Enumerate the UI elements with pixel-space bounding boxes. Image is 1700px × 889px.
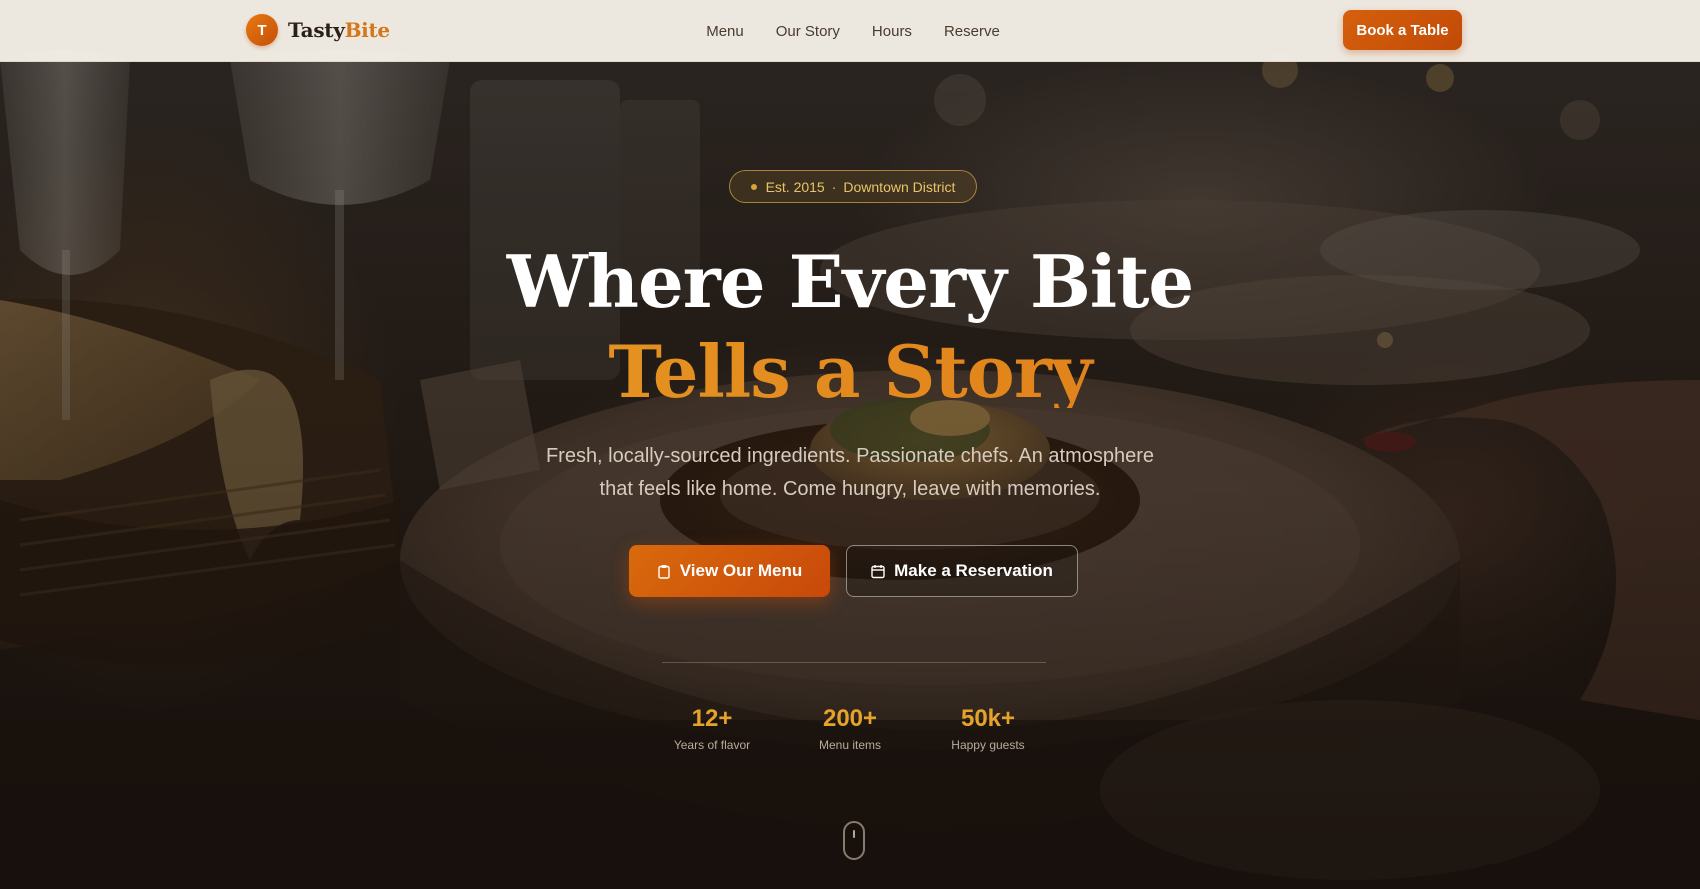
brand-name-part2: Bite bbox=[344, 18, 391, 42]
stats-divider bbox=[662, 662, 1046, 663]
stat-value: 50k+ bbox=[960, 705, 1016, 732]
stats-row: 12+ Years of flavor 200+ Menu items 50k+… bbox=[0, 703, 1700, 752]
view-menu-label: View Our Menu bbox=[679, 561, 803, 580]
stat-years: 12+ Years of flavor bbox=[643, 703, 781, 752]
mouse-icon[interactable] bbox=[843, 821, 865, 860]
stat-menu-items: 200+ Menu items bbox=[781, 703, 919, 752]
nav-link-our-story[interactable]: Our Story bbox=[776, 23, 840, 40]
stat-value: 200+ bbox=[822, 705, 878, 732]
hero-section: Est. 2015 · Downtown District Where Ever… bbox=[0, 0, 1700, 889]
clipboard-icon bbox=[658, 564, 670, 579]
stat-label: Happy guests bbox=[951, 738, 1025, 752]
make-reservation-label: Make a Reservation bbox=[894, 561, 1053, 580]
make-reservation-button[interactable]: Make a Reservation bbox=[846, 545, 1078, 597]
stat-label: Menu items bbox=[818, 738, 882, 752]
stat-label: Years of flavor bbox=[673, 738, 751, 752]
badge-dot-icon bbox=[750, 183, 757, 190]
view-menu-button[interactable]: View Our Menu bbox=[629, 545, 830, 597]
nav-link-reserve[interactable]: Reserve bbox=[944, 23, 1000, 40]
badge-established: Est. 2015 bbox=[765, 178, 825, 195]
brand-name-part1: Tasty bbox=[288, 18, 345, 42]
calendar-icon bbox=[871, 564, 885, 578]
hero-title-line2: Tells a Story bbox=[0, 336, 1700, 408]
stat-guests: 50k+ Happy guests bbox=[919, 703, 1057, 752]
nav-link-hours[interactable]: Hours bbox=[872, 23, 912, 40]
book-a-table-button[interactable]: Book a Table bbox=[1343, 10, 1462, 50]
hero-subtitle: Fresh, locally-sourced ingredients. Pass… bbox=[545, 445, 1155, 500]
badge-location: Downtown District bbox=[843, 178, 956, 195]
stat-value: 12+ bbox=[691, 705, 733, 732]
mouse-wheel bbox=[853, 830, 855, 838]
hero-title-line1: Where Every Bite bbox=[506, 239, 1194, 324]
brand-mark-icon: T bbox=[246, 14, 278, 46]
top-navbar: T TastyBite Menu Our Story Hours Reserve… bbox=[0, 0, 1700, 62]
badge-separator: · bbox=[831, 178, 837, 195]
nav-link-menu[interactable]: Menu bbox=[706, 23, 744, 40]
established-badge: Est. 2015 · Downtown District bbox=[729, 170, 977, 203]
brand-name: TastyBite bbox=[288, 18, 390, 42]
brand-logo[interactable]: T TastyBite bbox=[246, 14, 390, 46]
